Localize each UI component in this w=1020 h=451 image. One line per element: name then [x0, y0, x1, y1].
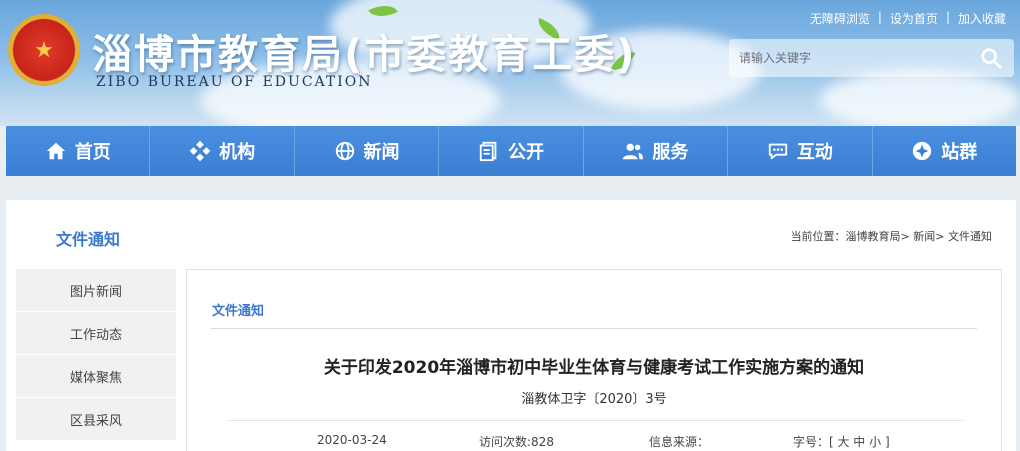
- article-title: 关于印发2020年淄博市初中毕业生体育与健康考试工作实施方案的通知: [323, 358, 865, 378]
- set-homepage-link[interactable]: 设为首页: [890, 10, 938, 27]
- sidebar-item-media-focus[interactable]: 媒体聚焦: [16, 355, 176, 397]
- users-icon: [623, 143, 644, 160]
- nav-interact[interactable]: 互动: [728, 126, 873, 176]
- info-source: 信息来源：: [649, 435, 710, 449]
- chat-icon: [768, 143, 787, 160]
- nav-label: 新闻: [363, 142, 400, 163]
- breadcrumb: 当前位置：淄博教育局> 新闻> 文件通知: [790, 230, 992, 243]
- article-date: 2020-03-24: [317, 433, 387, 447]
- org-icon: [189, 140, 211, 162]
- document-icon: [479, 141, 497, 162]
- sidebar-item-county-news[interactable]: 区县采风: [16, 398, 176, 440]
- divider: [227, 420, 963, 421]
- search-icon[interactable]: [980, 47, 1002, 69]
- main-nav: 首页 机构 新闻 公开 服务 互动 站群: [6, 126, 1016, 176]
- divider: [211, 328, 977, 329]
- cross-circle-icon: [913, 141, 932, 161]
- nav-service[interactable]: 服务: [584, 126, 729, 176]
- home-icon: [46, 142, 65, 160]
- national-emblem-icon: ★: [8, 14, 80, 86]
- nav-label: 机构: [219, 142, 256, 163]
- nav-label: 站群: [941, 142, 978, 163]
- nav-sites[interactable]: 站群: [873, 126, 1016, 176]
- section-title: 文件通知: [56, 230, 121, 249]
- divider: |: [877, 10, 882, 24]
- sidebar-item-picture-news[interactable]: 图片新闻: [16, 269, 176, 311]
- main-content: 文件通知 当前位置：淄博教育局> 新闻> 文件通知 图片新闻 工作动态 媒体聚焦…: [6, 200, 1016, 451]
- site-header: ★ 淄博市教育局(市委教育工委) ZIBO BUREAU OF EDUCATIO…: [0, 0, 1020, 126]
- nav-org[interactable]: 机构: [150, 126, 295, 176]
- nav-label: 公开: [507, 142, 544, 163]
- search-input[interactable]: [739, 48, 959, 68]
- accessibility-link[interactable]: 无障碍浏览: [810, 10, 870, 27]
- nav-news[interactable]: 新闻: [295, 126, 440, 176]
- nav-label: 服务: [652, 142, 689, 163]
- font-size-control[interactable]: 字号：[ 大 中 小 ]: [793, 433, 890, 450]
- top-links: 无障碍浏览 | 设为首页 | 加入收藏: [810, 10, 1006, 27]
- nav-public[interactable]: 公开: [439, 126, 584, 176]
- nav-label: 首页: [74, 142, 111, 163]
- nav-home[interactable]: 首页: [6, 126, 151, 176]
- globe-icon: [335, 141, 354, 161]
- view-count: 访问次数:828: [479, 435, 554, 449]
- article-panel: 文件通知 关于印发2020年淄博市初中毕业生体育与健康考试工作实施方案的通知 淄…: [186, 269, 1002, 451]
- site-title: 淄博市教育局(市委教育工委): [92, 32, 637, 78]
- search-box: [729, 39, 1014, 77]
- sidebar-item-work-updates[interactable]: 工作动态: [16, 312, 176, 354]
- document-number: 淄教体卫字〔2020〕3号: [521, 392, 667, 407]
- site-subtitle: ZIBO BUREAU OF EDUCATION: [96, 74, 373, 90]
- nav-label: 互动: [796, 142, 833, 163]
- article-category: 文件通知: [212, 304, 265, 319]
- divider: |: [945, 10, 950, 24]
- sidebar: 图片新闻 工作动态 媒体聚焦 区县采风: [16, 269, 176, 451]
- add-favorite-link[interactable]: 加入收藏: [958, 10, 1006, 27]
